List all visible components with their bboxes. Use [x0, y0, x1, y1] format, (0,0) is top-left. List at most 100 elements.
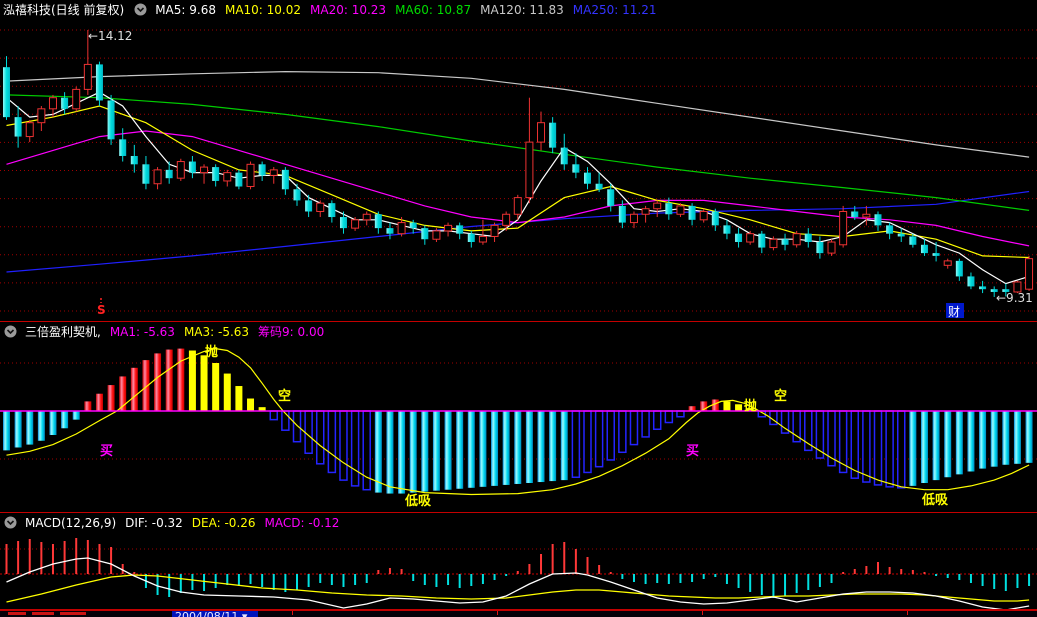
candle-up: [444, 224, 453, 232]
indicator-bar-cyan: [955, 411, 963, 475]
candle-down: [618, 205, 626, 223]
indicator-bar-cyan: [72, 411, 80, 420]
indicator-bar-cyan: [967, 411, 975, 472]
candle-down: [886, 225, 894, 234]
candle-up: [397, 222, 406, 235]
candle-up: [676, 205, 685, 215]
candle-up: [641, 208, 650, 215]
candle-down: [781, 239, 789, 245]
candle-up: [153, 169, 162, 185]
candle-down: [212, 167, 220, 181]
candle-up: [478, 235, 487, 243]
indicator-bar-yellow: [723, 401, 731, 411]
signal-label: 空: [278, 388, 291, 404]
dea-line: [6, 574, 1030, 603]
candle-up: [862, 213, 871, 218]
candle-down: [572, 164, 580, 173]
indicator-bar-cyan: [491, 411, 499, 486]
candle-up: [269, 169, 278, 176]
indicator-bar-cyan: [514, 411, 522, 484]
indicator-bar-cyan: [467, 411, 475, 488]
price-panel: ←14.12 ←9.31 S 财 泓禧科技(日线 前复权) MA5: 9.68 MA1…: [0, 0, 1037, 321]
dea-value: DEA: -0.26: [191, 515, 256, 530]
candle-down: [584, 172, 591, 184]
candle-down: [909, 236, 917, 245]
indicator-bar-cyan: [61, 411, 69, 429]
indicator-bar-blue: [594, 410, 604, 468]
chevron-down-circle-icon[interactable]: [3, 325, 17, 339]
indicator-bar-red: [95, 393, 103, 411]
indicator-bar-red: [177, 348, 185, 411]
indicator-bar-yellow: [200, 355, 208, 411]
candle-up: [769, 238, 778, 249]
indicator-bar-blue: [850, 410, 860, 479]
candle-up: [629, 213, 638, 224]
candle-down: [735, 233, 743, 243]
indicator-bar-cyan: [549, 411, 557, 482]
candle-down: [258, 164, 266, 176]
candle-up: [176, 161, 185, 179]
chouma9-value: 筹码9: 0.00: [258, 325, 325, 339]
current-date: 2004/08/11: [175, 611, 238, 617]
candle-up: [827, 241, 836, 254]
candle-down: [955, 260, 963, 277]
candle-down: [3, 67, 10, 118]
finance-badge: 财: [948, 305, 960, 319]
indicator-bar-yellow: [247, 398, 255, 411]
signal-label: 买: [100, 444, 113, 459]
signal-label: 买: [686, 444, 699, 459]
indicator-bar-cyan: [1013, 411, 1021, 464]
candle-down: [607, 189, 615, 206]
indicator-bar-cyan: [386, 411, 394, 494]
indicator-bar-red: [154, 353, 162, 411]
indicator-bar-cyan: [26, 411, 34, 445]
candle-down: [816, 242, 824, 254]
candle-down: [374, 214, 382, 229]
candle-down: [95, 64, 103, 101]
indicator-panel: 抛空买低吸抛空买低吸 三倍盈利契机, MA1: -5.63 MA3: -5.63…: [0, 322, 1037, 512]
indicator-bar-cyan: [444, 411, 452, 490]
candle-up: [525, 141, 534, 199]
indicator-bar-blue: [571, 410, 581, 478]
indicator-bar-cyan: [1002, 411, 1010, 465]
indicator-bar-cyan: [409, 411, 417, 493]
ma250-value: MA250: 11.21: [572, 2, 657, 17]
indicator-bar-blue: [606, 410, 615, 461]
indicator-chart-canvas[interactable]: 抛空买低吸抛空买低吸: [0, 322, 1037, 512]
indicator-bar-cyan: [432, 411, 440, 491]
indicator-bar-cyan: [979, 411, 987, 469]
candle-down: [467, 233, 475, 243]
price-chart-canvas[interactable]: ←14.12 ←9.31 S 财: [0, 0, 1037, 321]
candle-down: [874, 214, 882, 226]
indicator-bar-blue: [304, 410, 313, 454]
chevron-down-circle-icon[interactable]: [133, 3, 147, 17]
date-selector[interactable]: 2004/08/11 ▾: [172, 611, 258, 617]
macd-panel: MACD(12,26,9) DIF: -0.32 DEA: -0.26 MACD…: [0, 513, 1037, 609]
panel-separator: [0, 321, 1037, 322]
indicator-bar-blue: [292, 410, 302, 443]
indicator-bar-yellow: [223, 373, 231, 411]
stock-chart-app: ←14.12 ←9.31 S 财 泓禧科技(日线 前复权) MA5: 9.68 MA1…: [0, 0, 1037, 617]
indicator-bar-cyan: [3, 411, 10, 451]
indicator-bar-blue: [618, 410, 627, 454]
indicator-bar-red: [107, 385, 115, 411]
signal-s-marker: S: [97, 303, 106, 317]
panel-separator: [0, 512, 1037, 513]
candle-down: [851, 211, 859, 218]
chevron-down-circle-icon[interactable]: [3, 516, 17, 530]
ma10-value: MA10: 10.02: [224, 2, 302, 17]
candle-down: [130, 155, 138, 165]
indicator-bar-yellow: [188, 350, 196, 411]
dif-value: DIF: -0.32: [125, 515, 183, 530]
candle-up: [200, 166, 209, 174]
candle-down: [409, 222, 417, 229]
macd-title: MACD(12,26,9): [25, 515, 117, 530]
indicator-bar-cyan: [456, 411, 464, 489]
candle-up: [839, 210, 848, 246]
candle-up: [490, 224, 499, 237]
ma20-value: MA20: 10.23: [310, 2, 387, 17]
candle-up: [1025, 258, 1034, 290]
axis-tick: [702, 611, 703, 615]
signal-label: 抛: [205, 344, 218, 360]
indicator-bar-blue: [641, 410, 650, 438]
